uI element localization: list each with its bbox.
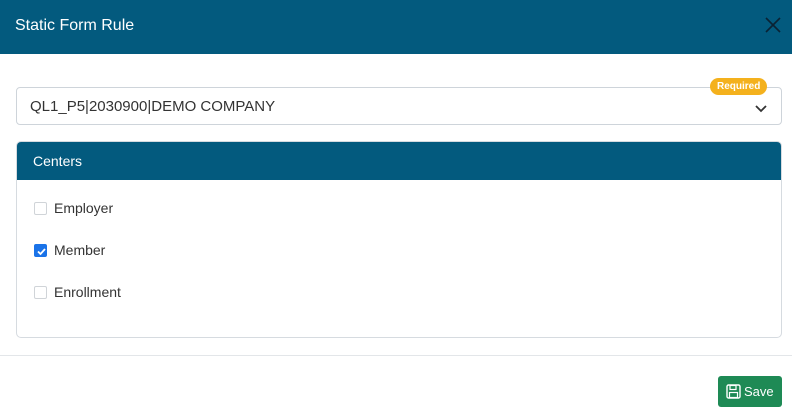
floppy-disk-icon (726, 384, 741, 399)
checkbox-enrollment-box[interactable] (34, 285, 47, 299)
modal-title: Static Form Rule (15, 17, 135, 34)
centers-card-title: Centers (33, 153, 83, 169)
close-icon[interactable] (763, 15, 783, 35)
checkbox-member-box[interactable] (34, 243, 47, 257)
checkbox-enrollment[interactable]: Enrollment (34, 283, 121, 301)
checkbox-employer[interactable]: Employer (34, 199, 113, 217)
checkbox-member[interactable]: Member (34, 241, 105, 259)
checkbox-member-label: Member (54, 242, 106, 258)
required-badge: Required (710, 78, 768, 95)
centers-card: Centers Employer Member Enrollment (16, 141, 782, 338)
modal-header: Static Form Rule (0, 0, 792, 54)
checkbox-employer-label: Employer (54, 200, 114, 216)
centers-card-header: Centers (17, 142, 781, 180)
checkbox-enrollment-label: Enrollment (54, 284, 121, 300)
checkbox-employer-box[interactable] (34, 201, 47, 215)
company-select-value: QL1_P5|2030900|DEMO COMPANY (30, 98, 276, 115)
save-button[interactable]: Save (718, 376, 782, 407)
checkmark-icon (37, 247, 46, 255)
chevron-down-icon (754, 101, 768, 113)
footer-divider (0, 355, 792, 356)
company-select[interactable]: QL1_P5|2030900|DEMO COMPANY (16, 87, 782, 125)
save-button-label: Save (744, 384, 774, 399)
